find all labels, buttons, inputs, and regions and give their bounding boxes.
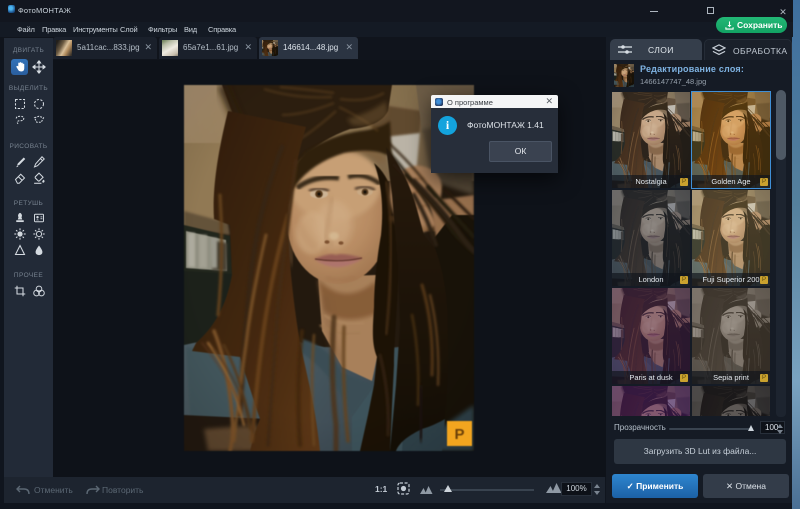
- svg-text:P: P: [454, 426, 464, 443]
